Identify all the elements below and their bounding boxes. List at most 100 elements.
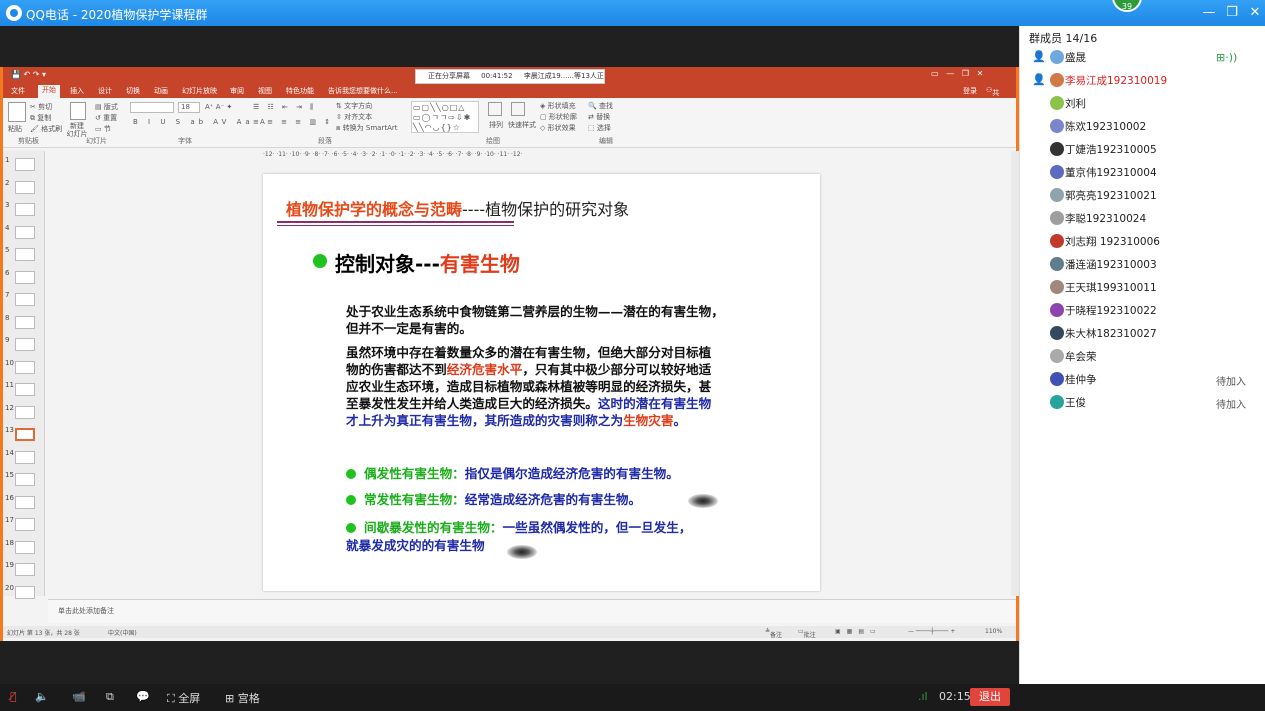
copy-button[interactable]: ⧉ 复制	[30, 113, 51, 123]
slide-thumbnail[interactable]	[15, 585, 35, 599]
zoom-level[interactable]: 110%	[985, 628, 1002, 635]
vertical-scrollbar[interactable]	[1011, 151, 1019, 596]
tab-insert[interactable]: 插入	[70, 86, 84, 96]
member-row[interactable]: 王俊 待加入	[1020, 391, 1265, 414]
arrange-icon[interactable]	[488, 102, 502, 116]
tab-home[interactable]: 开始	[38, 85, 60, 98]
view-buttons[interactable]: ▣▦▤▭	[835, 628, 882, 635]
member-row[interactable]: 于晓程192310022	[1020, 299, 1265, 322]
replace-button[interactable]: ⇄ 替换	[588, 112, 610, 122]
minimize-button[interactable]: —	[1200, 4, 1218, 22]
member-row[interactable]: 丁婕浩192310005	[1020, 138, 1265, 161]
quick-styles-button[interactable]: 快速样式	[508, 120, 536, 130]
member-row[interactable]: 潘连涵192310003	[1020, 253, 1265, 276]
slide-thumbnail[interactable]	[15, 315, 35, 329]
layout-button[interactable]: ▤ 版式	[95, 102, 118, 112]
slide-thumbnail[interactable]	[15, 158, 35, 171]
member-row[interactable]: 王天琪199310011	[1020, 276, 1265, 299]
arrange-button[interactable]: 排列	[489, 120, 503, 130]
comments-toggle[interactable]: ▭ 批注	[798, 628, 816, 639]
tab-animations[interactable]: 动画	[154, 86, 168, 96]
member-row[interactable]: 郭亮亮192310021	[1020, 184, 1265, 207]
maximize-button[interactable]: ❐	[1223, 4, 1241, 22]
zoom-slider[interactable]: — ────┼──── +	[908, 628, 955, 635]
fullscreen-button[interactable]: ⛶ 全屏	[167, 690, 200, 706]
share-button[interactable]: ⚇ 共享	[986, 86, 999, 107]
member-row[interactable]: 刘志翔 192310006	[1020, 230, 1265, 253]
tab-design[interactable]: 设计	[98, 86, 112, 96]
slide-thumbnail[interactable]	[15, 428, 35, 441]
ppt-window-controls[interactable]: ▭ — ❐ ✕	[931, 69, 983, 78]
exit-button[interactable]: 退出	[970, 688, 1010, 706]
screen-share-icon[interactable]: ⧉	[106, 690, 114, 704]
slide-thumbnail[interactable]	[15, 338, 35, 351]
quick-access-toolbar[interactable]: 💾 ↶ ↷ ▾	[11, 70, 46, 79]
slide-thumbnail[interactable]	[15, 495, 35, 509]
tab-file[interactable]: 文件	[11, 86, 25, 96]
cut-button[interactable]: ✂ 剪切	[30, 102, 52, 112]
tell-me-search[interactable]: 告诉我您想要做什么...	[328, 86, 398, 96]
slide-thumbnail[interactable]	[15, 248, 35, 261]
notes-pane[interactable]: 单击此处添加备注	[48, 599, 1016, 623]
tab-features[interactable]: 特色功能	[286, 86, 314, 96]
slide-thumbnail[interactable]	[15, 360, 35, 374]
tab-review[interactable]: 审阅	[230, 86, 244, 96]
slide-thumbnail[interactable]	[15, 270, 35, 284]
paste-button[interactable]: 粘贴	[8, 124, 22, 134]
tab-transitions[interactable]: 切换	[126, 86, 140, 96]
member-row[interactable]: 李聪192310024	[1020, 207, 1265, 230]
mic-muted-icon[interactable]: 🎙̸	[10, 690, 17, 703]
tab-view[interactable]: 视图	[258, 86, 272, 96]
font-grow-icon[interactable]: A⁺ A⁻ ✦	[205, 103, 232, 111]
paste-icon[interactable]	[8, 102, 26, 122]
select-button[interactable]: ⬚ 选择	[588, 123, 611, 133]
b2-label: 常发性有害生物：	[364, 492, 465, 507]
slide-thumbnail[interactable]	[15, 450, 35, 464]
slide-thumbnail[interactable]	[15, 563, 35, 576]
slide-thumbnail[interactable]	[15, 518, 35, 531]
slide-thumbnail[interactable]	[15, 225, 35, 239]
speaker-icon[interactable]: 🔈	[35, 690, 49, 703]
list-buttons[interactable]: ☰ ☷ ⇤ ⇥ ⫼	[253, 103, 316, 112]
align-buttons[interactable]: ≡ ≡ ≡ ≡ ▥ ⇕	[253, 118, 333, 126]
smartart-button[interactable]: ⧈ 转换为 SmartArt	[336, 123, 398, 133]
format-painter-button[interactable]: 🖌 格式刷	[30, 124, 62, 134]
slide-thumbnail[interactable]	[15, 203, 35, 216]
member-row[interactable]: 牟会荣	[1020, 345, 1265, 368]
slide-thumbnail[interactable]	[15, 293, 35, 306]
chat-icon[interactable]: 💬	[136, 690, 150, 703]
shape-outline-button[interactable]: ▢ 形状轮廓	[540, 112, 577, 122]
quick-styles-icon[interactable]	[511, 102, 525, 116]
slide-number: 17	[5, 516, 14, 524]
member-row[interactable]: 👤 李易江成192310019	[1020, 69, 1265, 92]
member-row[interactable]: 刘利	[1020, 92, 1265, 115]
find-button[interactable]: 🔍 查找	[588, 101, 613, 111]
text-direction-button[interactable]: ⇅ 文字方向	[336, 101, 372, 111]
slide-thumbnail[interactable]	[15, 540, 35, 554]
slide-thumbnail[interactable]	[15, 405, 35, 419]
shapes-gallery[interactable]: ▭▢╲╲○□△ ▭◯ㄱㄱ⇨⇩✱ ╲╲◠◡{}☆	[411, 101, 479, 133]
font-size-box[interactable]: 18	[178, 102, 200, 113]
grid-view-button[interactable]: ⊞ 宫格	[225, 690, 260, 706]
font-format-buttons[interactable]: B I U S ab AV Aa A	[133, 118, 269, 126]
sign-in-link[interactable]: 登录	[963, 86, 977, 96]
member-row[interactable]: 朱大林182310027	[1020, 322, 1265, 345]
slide-canvas[interactable]: 植物保护学的概念与范畴----植物保护的研究对象 控制对象---有害生物 处于农…	[263, 174, 820, 591]
member-row[interactable]: 桂仲争 待加入	[1020, 368, 1265, 391]
new-slide-icon[interactable]	[70, 102, 86, 120]
notes-toggle[interactable]: ≜ 备注	[765, 628, 782, 639]
align-text-button[interactable]: ⇳ 对齐文本	[336, 112, 372, 122]
close-button[interactable]: ✕	[1246, 4, 1264, 22]
member-row[interactable]: 陈欢192310002	[1020, 115, 1265, 138]
camera-off-icon[interactable]: 📹̸	[72, 690, 86, 703]
tab-slideshow[interactable]: 幻灯片放映	[182, 86, 217, 96]
section-button[interactable]: ▭ 节	[95, 124, 111, 134]
shape-effects-button[interactable]: ◇ 形状效果	[540, 123, 576, 133]
reset-button[interactable]: ↺ 重置	[95, 113, 117, 123]
member-row[interactable]: 董京伟192310004	[1020, 161, 1265, 184]
shape-fill-button[interactable]: ◈ 形状填充	[540, 101, 576, 111]
font-name-box[interactable]	[130, 102, 174, 113]
slide-thumbnail[interactable]	[15, 180, 35, 194]
slide-thumbnail[interactable]	[15, 473, 35, 486]
slide-thumbnail[interactable]	[15, 383, 35, 396]
